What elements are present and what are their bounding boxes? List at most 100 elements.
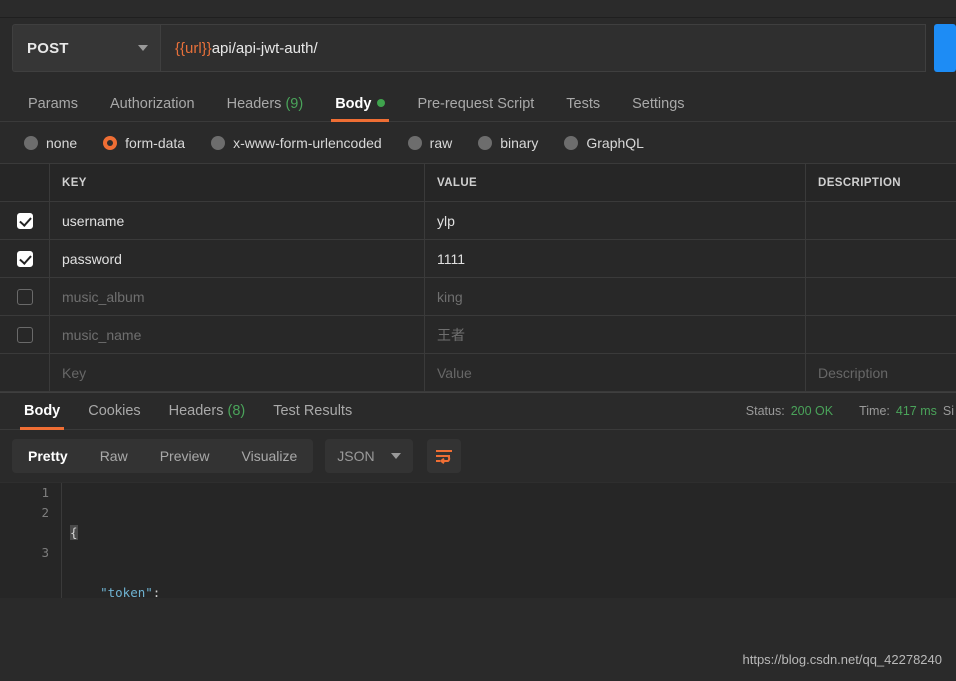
- tab-body-label: Body: [335, 95, 372, 112]
- radio-form-data[interactable]: form-data: [103, 135, 185, 151]
- row-description-cell[interactable]: [806, 202, 956, 239]
- radio-x-www-form-urlencoded[interactable]: x-www-form-urlencoded: [211, 135, 382, 151]
- response-tab-test-results[interactable]: Test Results: [259, 393, 366, 430]
- url-variable: {{url}}: [175, 39, 212, 57]
- radio-graphql-label: GraphQL: [586, 134, 644, 151]
- table-row[interactable]: password 1111: [0, 240, 956, 278]
- response-view-toolbar: Pretty Raw Preview Visualize JSON: [0, 430, 956, 482]
- tab-body[interactable]: Body: [319, 95, 401, 122]
- new-row-description-input[interactable]: Description: [806, 354, 956, 391]
- radio-graphql[interactable]: GraphQL: [564, 135, 644, 151]
- row-key-cell[interactable]: password: [50, 240, 425, 277]
- header-key-label: KEY: [62, 176, 87, 189]
- wrap-text-button[interactable]: [426, 439, 461, 473]
- row-value-text: king: [437, 288, 463, 305]
- table-header-row: KEY VALUE DESCRIPTION: [0, 164, 956, 202]
- request-url-bar: POST {{url}}api/api-jwt-auth/: [0, 24, 956, 72]
- time-value: 417 ms: [895, 404, 937, 418]
- status-badge: 200 OK: [790, 404, 834, 418]
- response-json-code[interactable]: { "token": "eyJ0eXAiOiJKV1QiLCJhbGciOiJI…: [62, 483, 956, 598]
- tab-headers[interactable]: Headers (9): [211, 95, 320, 122]
- url-input[interactable]: {{url}}api/api-jwt-auth/: [160, 24, 926, 72]
- radio-binary[interactable]: binary: [478, 135, 538, 151]
- tab-params[interactable]: Params: [12, 95, 94, 122]
- radio-binary-icon: [478, 135, 493, 150]
- body-modified-dot-icon: [377, 98, 386, 107]
- radio-form-data-icon: [103, 135, 118, 150]
- row-key-text: username: [62, 212, 125, 229]
- radio-x-www-form-urlencoded-label: x-www-form-urlencoded: [233, 134, 382, 151]
- response-body-code-viewer[interactable]: 1 2 3 { "token": "eyJ0eXAiOiJKV1QiLCJhbG…: [0, 482, 956, 598]
- line-number-gutter: 1 2 3: [0, 483, 62, 598]
- send-button[interactable]: [934, 24, 956, 72]
- table-row[interactable]: username ylp: [0, 202, 956, 240]
- row-value-text: 王者: [437, 326, 465, 343]
- header-description-cell: DESCRIPTION: [806, 164, 956, 201]
- radio-raw-label: raw: [429, 134, 453, 151]
- radio-binary-label: binary: [500, 134, 539, 151]
- table-row[interactable]: music_album king: [0, 278, 956, 316]
- radio-none[interactable]: none: [24, 135, 77, 151]
- wrap-text-icon: [435, 450, 452, 464]
- bottom-panel: [0, 616, 956, 681]
- response-tab-headers[interactable]: Headers (8): [155, 393, 260, 430]
- tab-settings[interactable]: Settings: [616, 96, 700, 122]
- row-checkbox-cell[interactable]: [0, 202, 50, 239]
- response-tab-cookies[interactable]: Cookies: [74, 393, 154, 430]
- response-tabs: Body Cookies Headers (8) Test Results St…: [0, 392, 956, 430]
- row-key-cell[interactable]: music_album: [50, 278, 425, 315]
- json-colon: :: [152, 585, 161, 598]
- view-pretty-button[interactable]: Pretty: [12, 439, 84, 473]
- row-key-cell[interactable]: music_name: [50, 316, 425, 353]
- row-value-cell[interactable]: king: [425, 278, 806, 315]
- radio-graphql-icon: [564, 135, 579, 150]
- response-tab-headers-label: Headers: [168, 402, 224, 419]
- row-key-cell[interactable]: username: [50, 202, 425, 239]
- row-description-cell[interactable]: [806, 240, 956, 277]
- view-raw-button[interactable]: Raw: [84, 439, 144, 473]
- chevron-down-icon: [138, 45, 148, 51]
- row-checkbox-cell[interactable]: [0, 278, 50, 315]
- body-type-radio-group: none form-data x-www-form-urlencoded raw…: [0, 122, 956, 164]
- table-row[interactable]: music_name 王者: [0, 316, 956, 354]
- tab-pre-request-script[interactable]: Pre-request Script: [401, 96, 550, 122]
- response-tab-body[interactable]: Body: [10, 393, 74, 430]
- view-visualize-label: Visualize: [241, 448, 298, 464]
- radio-raw[interactable]: raw: [407, 134, 453, 151]
- tab-params-label: Params: [28, 95, 78, 112]
- new-row-key-input[interactable]: Key: [50, 354, 425, 391]
- header-description-label: DESCRIPTION: [818, 176, 901, 189]
- header-value-cell: VALUE: [425, 164, 806, 201]
- response-tab-body-label: Body: [24, 402, 61, 419]
- row-checkbox-icon[interactable]: [16, 288, 33, 305]
- tab-authorization[interactable]: Authorization: [94, 95, 211, 122]
- row-value-cell[interactable]: ylp: [425, 202, 806, 239]
- radio-none-icon: [24, 135, 38, 150]
- row-description-cell[interactable]: [806, 278, 956, 315]
- response-meta: Status: 200 OK Time: 417 ms Si: [746, 404, 956, 418]
- tab-tests-label: Tests: [566, 95, 601, 112]
- row-checkbox-icon[interactable]: [16, 212, 33, 229]
- row-value-cell[interactable]: 王者: [425, 316, 806, 353]
- new-row-value-input[interactable]: Value: [425, 354, 806, 391]
- url-text: {{url}}api/api-jwt-auth/: [175, 40, 318, 57]
- tab-headers-count: (9): [285, 95, 304, 112]
- view-visualize-button[interactable]: Visualize: [226, 439, 314, 473]
- table-new-row[interactable]: Key Value Description: [0, 354, 956, 392]
- row-checkbox-cell[interactable]: [0, 316, 50, 353]
- row-checkbox-icon[interactable]: [16, 326, 33, 343]
- view-preview-button[interactable]: Preview: [144, 439, 226, 473]
- row-value-cell[interactable]: 1111: [425, 240, 806, 277]
- http-method-select[interactable]: POST: [12, 24, 160, 72]
- row-checkbox-icon[interactable]: [16, 250, 33, 267]
- tab-tests[interactable]: Tests: [550, 95, 616, 122]
- response-format-select[interactable]: JSON: [325, 439, 413, 473]
- row-value-text: ylp: [437, 212, 455, 229]
- new-row-description-placeholder: Description: [818, 364, 889, 381]
- row-checkbox-cell[interactable]: [0, 240, 50, 277]
- row-description-cell[interactable]: [806, 316, 956, 353]
- form-data-table: KEY VALUE DESCRIPTION username ylp passw…: [0, 164, 956, 392]
- tab-authorization-label: Authorization: [109, 95, 195, 112]
- new-row-key-placeholder: Key: [62, 364, 87, 381]
- chevron-down-icon: [390, 453, 401, 459]
